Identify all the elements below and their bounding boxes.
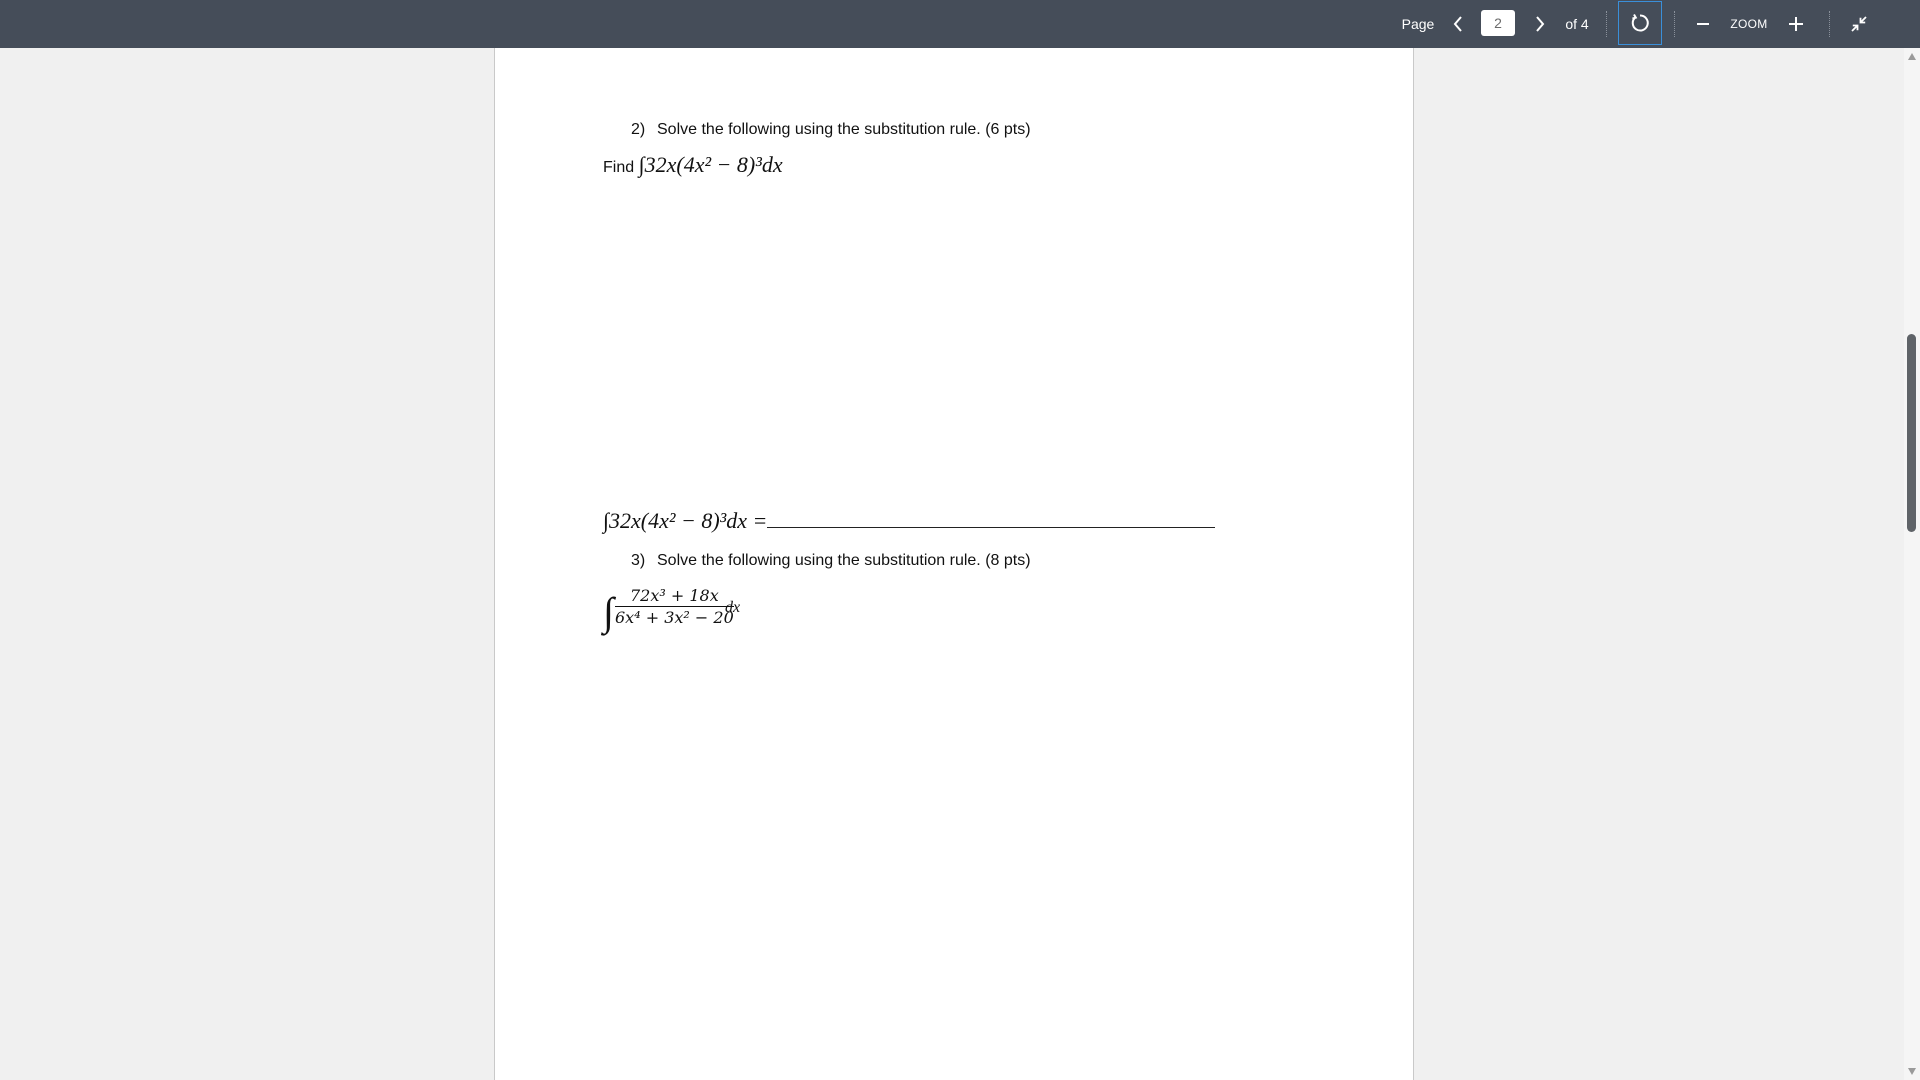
document-page: 2) Solve the following using the substit… — [494, 48, 1414, 1080]
plus-icon — [1789, 17, 1803, 31]
toolbar-divider — [1606, 11, 1607, 37]
minus-icon — [1697, 23, 1709, 25]
zoom-in-button[interactable] — [1784, 0, 1808, 48]
question-2-answer-line: ∫32x(4x² − 8)³dx = — [603, 508, 1216, 534]
question-2-instruction: Solve the following using the substituti… — [657, 121, 1031, 138]
next-page-button[interactable] — [1528, 0, 1552, 48]
integral-sign: ∫ — [603, 589, 614, 634]
fraction-denominator: 6x⁴ + 3x² − 20 — [615, 608, 734, 627]
page-total-label: of 4 — [1565, 16, 1589, 32]
fraction-numerator: 72x³ + 18x — [615, 586, 734, 607]
toolbar-divider — [1829, 11, 1830, 37]
answer-blank — [767, 509, 1216, 528]
document-viewer[interactable]: 2) Solve the following using the substit… — [0, 48, 1904, 1080]
scrollbar-thumb[interactable] — [1907, 334, 1916, 532]
question-2-answer-expression: 32x(4x² − 8)³dx = — [609, 508, 768, 533]
scroll-up-icon[interactable] — [1908, 53, 1916, 60]
scroll-down-icon[interactable] — [1908, 1068, 1916, 1075]
zoom-label: ZOOM — [1730, 17, 1768, 31]
viewer-toolbar: Page of 4 ZOOM — [0, 0, 1920, 48]
differential-dx: dx — [725, 599, 741, 616]
question-3-fraction: 72x³ + 18x 6x⁴ + 3x² − 20 — [615, 586, 734, 627]
page-number-input[interactable] — [1481, 10, 1515, 36]
toolbar-divider — [1674, 11, 1675, 37]
exit-fullscreen-icon — [1851, 16, 1867, 32]
exit-fullscreen-button[interactable] — [1846, 0, 1872, 48]
zoom-out-button[interactable] — [1692, 0, 1714, 48]
question-2-integrand: 32x(4x² − 8)³dx — [644, 152, 783, 177]
question-3-instruction: Solve the following using the substituti… — [657, 552, 1031, 569]
find-label: Find — [603, 158, 635, 176]
question-2-problem: Find ∫32x(4x² − 8)³dx — [603, 152, 783, 178]
refresh-icon — [1631, 13, 1649, 32]
question-3-integral: ∫ 72x³ + 18x 6x⁴ + 3x² − 20 dx — [603, 586, 763, 646]
chevron-left-icon — [1453, 16, 1462, 32]
question-2-number: 2) — [631, 121, 646, 138]
rotate-refresh-button[interactable] — [1618, 1, 1662, 45]
question-3-number: 3) — [631, 552, 646, 569]
previous-page-button[interactable] — [1446, 0, 1470, 48]
chevron-right-icon — [1536, 16, 1545, 32]
page-label: Page — [1401, 16, 1435, 32]
vertical-scrollbar[interactable] — [1904, 48, 1920, 1080]
